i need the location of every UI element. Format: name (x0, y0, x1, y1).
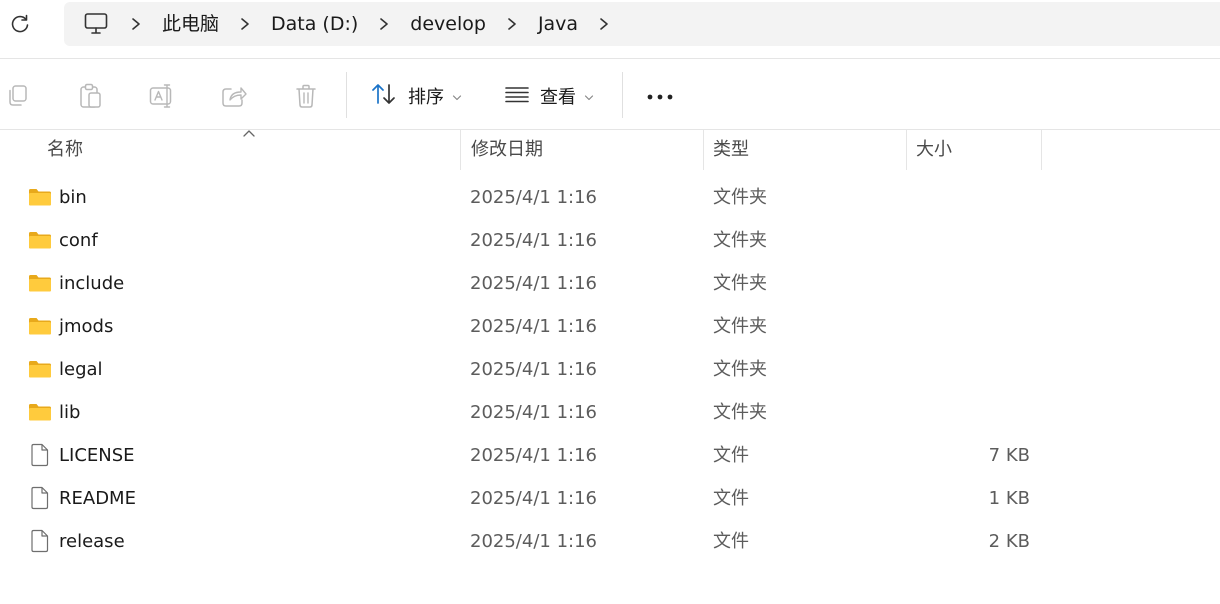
computer-icon[interactable] (76, 4, 116, 44)
folder-icon (28, 228, 52, 252)
file-date: 2025/4/1 1:16 (470, 187, 597, 208)
chevron-right-icon[interactable] (374, 4, 394, 44)
command-separator (622, 72, 623, 118)
file-type: 文件 (713, 531, 749, 552)
sort-label: 排序 (408, 87, 444, 108)
file-type: 文件夹 (713, 359, 767, 380)
view-button[interactable]: 查看 (504, 78, 594, 114)
folder-icon (28, 400, 52, 424)
folder-icon (28, 185, 52, 209)
file-date: 2025/4/1 1:16 (470, 316, 597, 337)
view-label: 查看 (540, 87, 576, 108)
chevron-right-icon[interactable] (235, 4, 255, 44)
breadcrumb-this-pc[interactable]: 此电脑 (156, 4, 225, 44)
file-icon (28, 443, 52, 467)
breadcrumb-drive-d[interactable]: Data (D:) (265, 4, 364, 44)
address-divider (0, 58, 1220, 59)
file-date: 2025/4/1 1:16 (470, 402, 597, 423)
file-type: 文件夹 (713, 316, 767, 337)
file-type: 文件 (713, 488, 749, 509)
breadcrumb[interactable]: 此电脑 Data (D:) develop Java (64, 2, 1220, 46)
file-icon (28, 529, 52, 553)
file-list: bin 2025/4/1 1:16 文件夹 conf 2025/4/1 1:16… (0, 177, 1220, 564)
sort-icon (370, 81, 398, 111)
file-row[interactable]: jmods 2025/4/1 1:16 文件夹 (0, 306, 1220, 349)
file-row[interactable]: README 2025/4/1 1:16 文件 1 KB (0, 478, 1220, 521)
file-date: 2025/4/1 1:16 (470, 531, 597, 552)
sort-button[interactable]: 排序 (370, 78, 462, 114)
file-row[interactable]: lib 2025/4/1 1:16 文件夹 (0, 392, 1220, 435)
breadcrumb-java[interactable]: Java (532, 4, 584, 44)
chevron-down-icon (584, 87, 594, 106)
file-row[interactable]: conf 2025/4/1 1:16 文件夹 (0, 220, 1220, 263)
folder-icon (28, 357, 52, 381)
file-date: 2025/4/1 1:16 (470, 273, 597, 294)
refresh-icon[interactable] (6, 10, 34, 38)
file-size: 1 KB (988, 488, 1030, 509)
file-name[interactable]: jmods (59, 306, 113, 348)
file-name[interactable]: include (59, 263, 124, 305)
column-header-date[interactable]: 修改日期 (471, 130, 543, 170)
file-name[interactable]: LICENSE (59, 435, 135, 477)
file-type: 文件夹 (713, 402, 767, 423)
file-size: 7 KB (988, 445, 1030, 466)
command-bar: 排序 查看 (0, 60, 1220, 130)
file-size: 2 KB (988, 531, 1030, 552)
file-date: 2025/4/1 1:16 (470, 445, 597, 466)
file-date: 2025/4/1 1:16 (470, 359, 597, 380)
column-divider[interactable] (906, 130, 907, 170)
file-type: 文件 (713, 445, 749, 466)
file-name[interactable]: conf (59, 220, 98, 262)
address-area: 此电脑 Data (D:) develop Java (0, 0, 1220, 58)
file-name[interactable]: release (59, 521, 125, 563)
copy-icon[interactable] (2, 80, 34, 112)
file-icon (28, 486, 52, 510)
chevron-right-icon[interactable] (594, 4, 614, 44)
folder-icon (28, 271, 52, 295)
rename-icon[interactable] (146, 80, 178, 112)
file-name[interactable]: README (59, 478, 136, 520)
file-row[interactable]: legal 2025/4/1 1:16 文件夹 (0, 349, 1220, 392)
command-bar-divider (0, 129, 1220, 130)
delete-icon[interactable] (290, 80, 322, 112)
column-header-type[interactable]: 类型 (713, 130, 749, 170)
folder-icon (28, 314, 52, 338)
command-separator (346, 72, 347, 118)
file-type: 文件夹 (713, 230, 767, 251)
file-row[interactable]: release 2025/4/1 1:16 文件 2 KB (0, 521, 1220, 564)
column-divider[interactable] (460, 130, 461, 170)
share-icon[interactable] (218, 80, 250, 112)
more-icon[interactable] (642, 82, 678, 112)
file-date: 2025/4/1 1:16 (470, 230, 597, 251)
column-header-name[interactable]: 名称 (47, 130, 83, 170)
chevron-right-icon[interactable] (126, 4, 146, 44)
file-type: 文件夹 (713, 273, 767, 294)
file-row[interactable]: include 2025/4/1 1:16 文件夹 (0, 263, 1220, 306)
file-row[interactable]: LICENSE 2025/4/1 1:16 文件 7 KB (0, 435, 1220, 478)
chevron-down-icon (452, 87, 462, 106)
file-type: 文件夹 (713, 187, 767, 208)
file-name[interactable]: legal (59, 349, 103, 391)
file-name[interactable]: lib (59, 392, 80, 434)
list-view-icon (504, 83, 530, 109)
paste-icon[interactable] (74, 80, 106, 112)
file-date: 2025/4/1 1:16 (470, 488, 597, 509)
chevron-right-icon[interactable] (502, 4, 522, 44)
file-name[interactable]: bin (59, 177, 87, 219)
file-row[interactable]: bin 2025/4/1 1:16 文件夹 (0, 177, 1220, 220)
column-header-size[interactable]: 大小 (916, 130, 952, 170)
column-divider[interactable] (1041, 130, 1042, 170)
sort-ascending-icon (243, 130, 255, 137)
breadcrumb-develop[interactable]: develop (404, 4, 492, 44)
column-divider[interactable] (703, 130, 704, 170)
